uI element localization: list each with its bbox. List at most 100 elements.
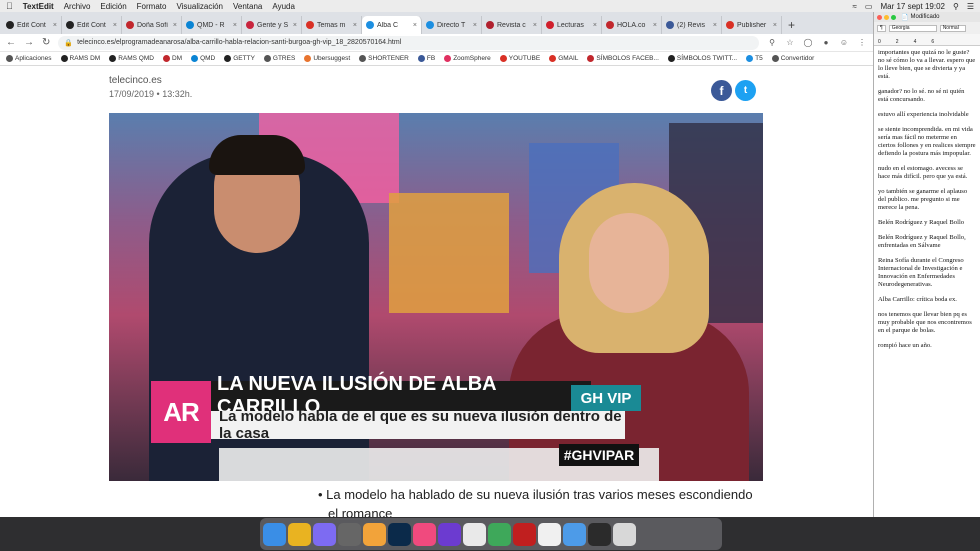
document-paragraph: Belén Rodríguez y Raquel Bollo (878, 219, 965, 226)
bookmark-item[interactable]: GTRES (263, 55, 295, 62)
browser-tab[interactable]: Revista c × (482, 16, 542, 34)
browser-tab[interactable]: Directo T × (422, 16, 482, 34)
bookmark-item[interactable]: SÍMBOLOS FACEB... (587, 55, 659, 62)
browser-tab[interactable]: Edit Cont × (2, 16, 62, 34)
apple-icon[interactable]:  (6, 1, 13, 11)
siri-icon[interactable] (313, 522, 336, 546)
menu-clock[interactable]: Mar 17 sept 19:02 (880, 2, 944, 11)
tab-close-icon[interactable]: × (473, 22, 477, 29)
finder-icon[interactable] (263, 522, 286, 546)
wifi-icon[interactable]: ≈ (853, 2, 857, 11)
video-frame[interactable]: AR LA NUEVA ILUSIÓN DE ALBA CARRILLO GH … (109, 113, 763, 481)
reload-icon[interactable]: ↻ (42, 37, 50, 48)
bookmark-item[interactable]: SÍMBOLOS TWITT... (667, 55, 737, 62)
menu-visualizacion[interactable]: Visualización (176, 2, 223, 11)
bookmark-item[interactable]: SHORTENER (359, 55, 409, 62)
tab-close-icon[interactable]: × (413, 22, 417, 29)
bookmark-item[interactable]: GETTY (224, 55, 255, 62)
battery-icon[interactable]: ▭ (865, 2, 873, 11)
bookmark-item[interactable]: FB (417, 55, 435, 62)
tab-close-icon[interactable]: × (293, 22, 297, 29)
menu-archivo[interactable]: Archivo (64, 2, 91, 11)
browser-tab[interactable]: Gente y S × (242, 16, 302, 34)
browser-tab[interactable]: Temas m × (302, 16, 362, 34)
article-source[interactable]: telecinco.es (109, 75, 162, 86)
font-style-select[interactable]: Normal (939, 24, 966, 32)
tab-close-icon[interactable]: × (113, 22, 117, 29)
notes-icon[interactable] (463, 522, 486, 546)
tab-close-icon[interactable]: × (173, 22, 177, 29)
forward-icon[interactable]: → (24, 37, 34, 48)
textedit-document[interactable]: importantes que quizá no le guste? no sé… (874, 46, 980, 515)
tab-close-icon[interactable]: × (353, 22, 357, 29)
bookmark-item[interactable]: DM (162, 55, 182, 62)
facebook-share-button[interactable]: f (711, 80, 732, 101)
photoshop-icon[interactable] (388, 522, 411, 546)
spotlight-icon[interactable]: ⚲ (953, 2, 959, 11)
bookmark-item[interactable]: Convertidor (771, 55, 814, 62)
bookmark-label: RAMS QMD (118, 55, 154, 62)
bookmark-item[interactable]: T5 (746, 55, 763, 62)
trash-icon[interactable] (613, 522, 636, 546)
tab-close-icon[interactable]: × (713, 22, 717, 29)
font-family-select[interactable]: Georgia (888, 24, 937, 32)
bookmark-item[interactable]: RAMS DM (60, 55, 100, 62)
browser-tab[interactable]: (2) Revis × (662, 16, 722, 34)
menu-app-name[interactable]: TextEdit (23, 2, 54, 11)
tab-close-icon[interactable]: × (653, 22, 657, 29)
minimize-window-icon[interactable] (884, 14, 889, 20)
browser-tab[interactable]: Doña Sofí × (122, 16, 182, 34)
tab-close-icon[interactable]: × (773, 22, 777, 29)
tab-close-icon[interactable]: × (53, 22, 57, 29)
bookmark-item[interactable]: QMD (191, 55, 215, 62)
folder-icon[interactable] (563, 522, 586, 546)
close-window-icon[interactable] (877, 14, 882, 20)
search-icon[interactable]: ⚲ (767, 38, 777, 48)
document-paragraph: importantes que quizá no le guste? no sé… (878, 49, 976, 80)
twitter-share-button[interactable]: t (735, 80, 756, 101)
extension-icon-2[interactable]: ● (821, 38, 831, 48)
menu-ayuda[interactable]: Ayuda (272, 2, 295, 11)
menu-ventana[interactable]: Ventana (233, 2, 262, 11)
browser-tab[interactable]: Edit Cont × (62, 16, 122, 34)
menu-dots-icon[interactable]: ⋮ (857, 38, 867, 48)
browser-tab[interactable]: Publisher × (722, 16, 782, 34)
address-bar[interactable]: 🔒 telecinco.es/elprogramadeanarosa/alba-… (58, 35, 759, 50)
bookmark-star-icon[interactable]: ☆ (785, 38, 795, 48)
browser-tab[interactable]: HOLA.co × (602, 16, 662, 34)
new-tab-button[interactable]: + (782, 16, 801, 34)
bookmark-item[interactable]: Aplicaciones (6, 55, 52, 62)
chrome-icon[interactable] (288, 522, 311, 546)
browser-tab[interactable]: Alba C × (362, 16, 422, 34)
bookmarks-bar: Aplicaciones RAMS DM RAMS QMD DM QMD GETTY GTR… (0, 52, 873, 66)
back-icon[interactable]: ← (6, 37, 16, 48)
imovie-icon[interactable] (438, 522, 461, 546)
browser-tab[interactable]: Lecturas × (542, 16, 602, 34)
itunes-icon[interactable] (413, 522, 436, 546)
browser-tab[interactable]: QMD - R × (182, 16, 242, 34)
tab-close-icon[interactable]: × (593, 22, 597, 29)
bookmark-item[interactable]: GMAIL (549, 55, 578, 62)
bookmark-item[interactable]: RAMS QMD (109, 55, 154, 62)
profile-icon[interactable]: ☺ (839, 38, 849, 48)
billboard (389, 193, 509, 313)
tab-close-icon[interactable]: × (233, 22, 237, 29)
display-icon[interactable] (588, 522, 611, 546)
bookmark-item[interactable]: YOUTUBE (499, 55, 540, 62)
style-menu[interactable]: ¶ (877, 24, 886, 32)
tab-close-icon[interactable]: × (533, 22, 537, 29)
whatsapp-icon[interactable] (488, 522, 511, 546)
tab-label: Edit Cont (77, 21, 106, 29)
menu-formato[interactable]: Formato (137, 2, 167, 11)
extension-icon[interactable]: ◯ (803, 38, 813, 48)
bitdefender-icon[interactable] (513, 522, 536, 546)
ruler[interactable]: 0246 (874, 34, 980, 46)
menu-edicion[interactable]: Edición (100, 2, 126, 11)
bookmark-item[interactable]: ZoomSphere (444, 55, 491, 62)
zoom-window-icon[interactable] (891, 14, 896, 20)
bookmark-item[interactable]: Ubersuggest (304, 55, 350, 62)
document-icon[interactable] (538, 522, 561, 546)
photos-icon[interactable] (363, 522, 386, 546)
menu-list-icon[interactable]: ☰ (967, 2, 974, 11)
screenshot-icon[interactable] (338, 522, 361, 546)
